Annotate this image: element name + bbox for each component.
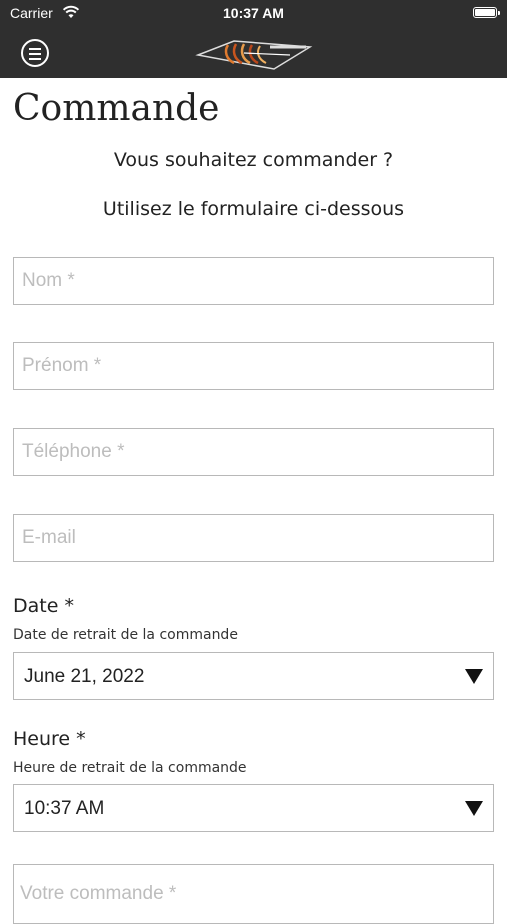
heure-select[interactable]: 10:37 AM bbox=[13, 784, 494, 832]
telephone-field[interactable] bbox=[13, 428, 494, 476]
dropdown-arrow-icon bbox=[465, 801, 483, 816]
email-field[interactable] bbox=[13, 514, 494, 562]
page-title: Commande bbox=[13, 88, 220, 129]
date-label: Date * bbox=[13, 595, 74, 617]
heure-help-text: Heure de retrait de la commande bbox=[13, 760, 247, 776]
brand-logo bbox=[195, 40, 313, 70]
status-time: 10:37 AM bbox=[223, 5, 284, 21]
heure-value: 10:37 AM bbox=[24, 798, 105, 819]
menu-circle-icon[interactable] bbox=[21, 39, 49, 67]
date-select[interactable]: June 21, 2022 bbox=[13, 652, 494, 700]
date-value: June 21, 2022 bbox=[24, 666, 145, 687]
intro-instruction: Utilisez le formulaire ci-dessous bbox=[102, 198, 405, 220]
status-bar: Carrier 10:37 AM bbox=[0, 0, 507, 28]
nav-bar bbox=[0, 28, 507, 78]
intro-question: Vous souhaitez commander ? bbox=[113, 149, 394, 171]
date-help-text: Date de retrait de la commande bbox=[13, 627, 238, 643]
heure-label: Heure * bbox=[13, 728, 86, 750]
nom-field[interactable] bbox=[13, 257, 494, 305]
dropdown-arrow-icon bbox=[465, 669, 483, 684]
battery-icon bbox=[473, 7, 500, 18]
prenom-field[interactable] bbox=[13, 342, 494, 390]
commande-field[interactable] bbox=[13, 864, 494, 924]
